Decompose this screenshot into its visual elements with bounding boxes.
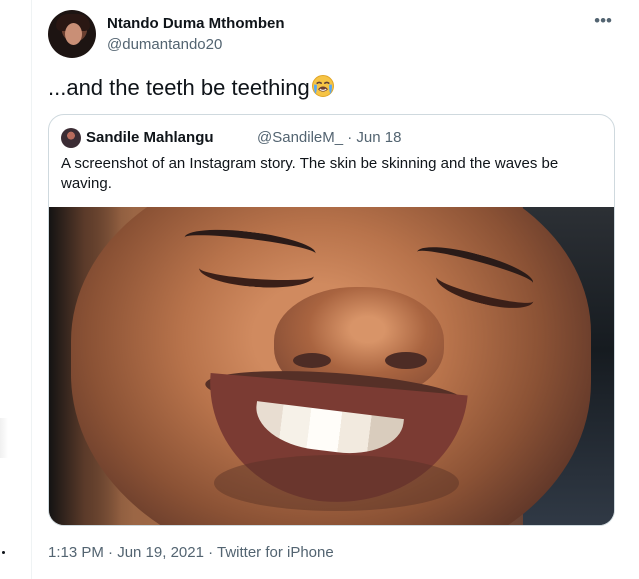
quoted-author-handle-date[interactable]: @SandileM_ · Jun 18 xyxy=(257,129,401,147)
crying-face-icon xyxy=(311,74,335,98)
author-name[interactable]: Ntando Duma Mthomben xyxy=(107,15,285,33)
tweet-text-container: ...and the teeth be teething xyxy=(48,74,335,102)
quoted-tweet-photo[interactable] xyxy=(49,207,614,525)
tweet-page: Ntando Duma Mthomben @dumantando20 ••• .… xyxy=(0,0,639,579)
left-nostril xyxy=(293,353,331,368)
author-avatar[interactable] xyxy=(48,10,96,58)
quoted-tweet-text: A screenshot of an Instagram story. The … xyxy=(61,155,559,192)
author-handle[interactable]: @dumantando20 xyxy=(107,36,222,54)
chin-shadow xyxy=(214,455,459,511)
quoted-author-avatar[interactable] xyxy=(61,128,81,148)
tweet-timestamp-source[interactable]: 1:13 PM · Jun 19, 2021 · Twitter for iPh… xyxy=(48,544,334,562)
quoted-author-name[interactable]: Sandile Mahlangu xyxy=(86,129,214,147)
left-shadow xyxy=(0,418,8,458)
avatar-face xyxy=(65,23,82,45)
right-nostril xyxy=(385,352,427,369)
quoted-tweet[interactable]: Sandile Mahlangu @SandileM_ · Jun 18 A s… xyxy=(48,114,615,526)
more-icon[interactable]: ••• xyxy=(594,12,612,29)
left-rail xyxy=(0,0,32,579)
tweet-text: ...and the teeth be teething xyxy=(48,75,310,100)
left-dot xyxy=(2,551,5,554)
